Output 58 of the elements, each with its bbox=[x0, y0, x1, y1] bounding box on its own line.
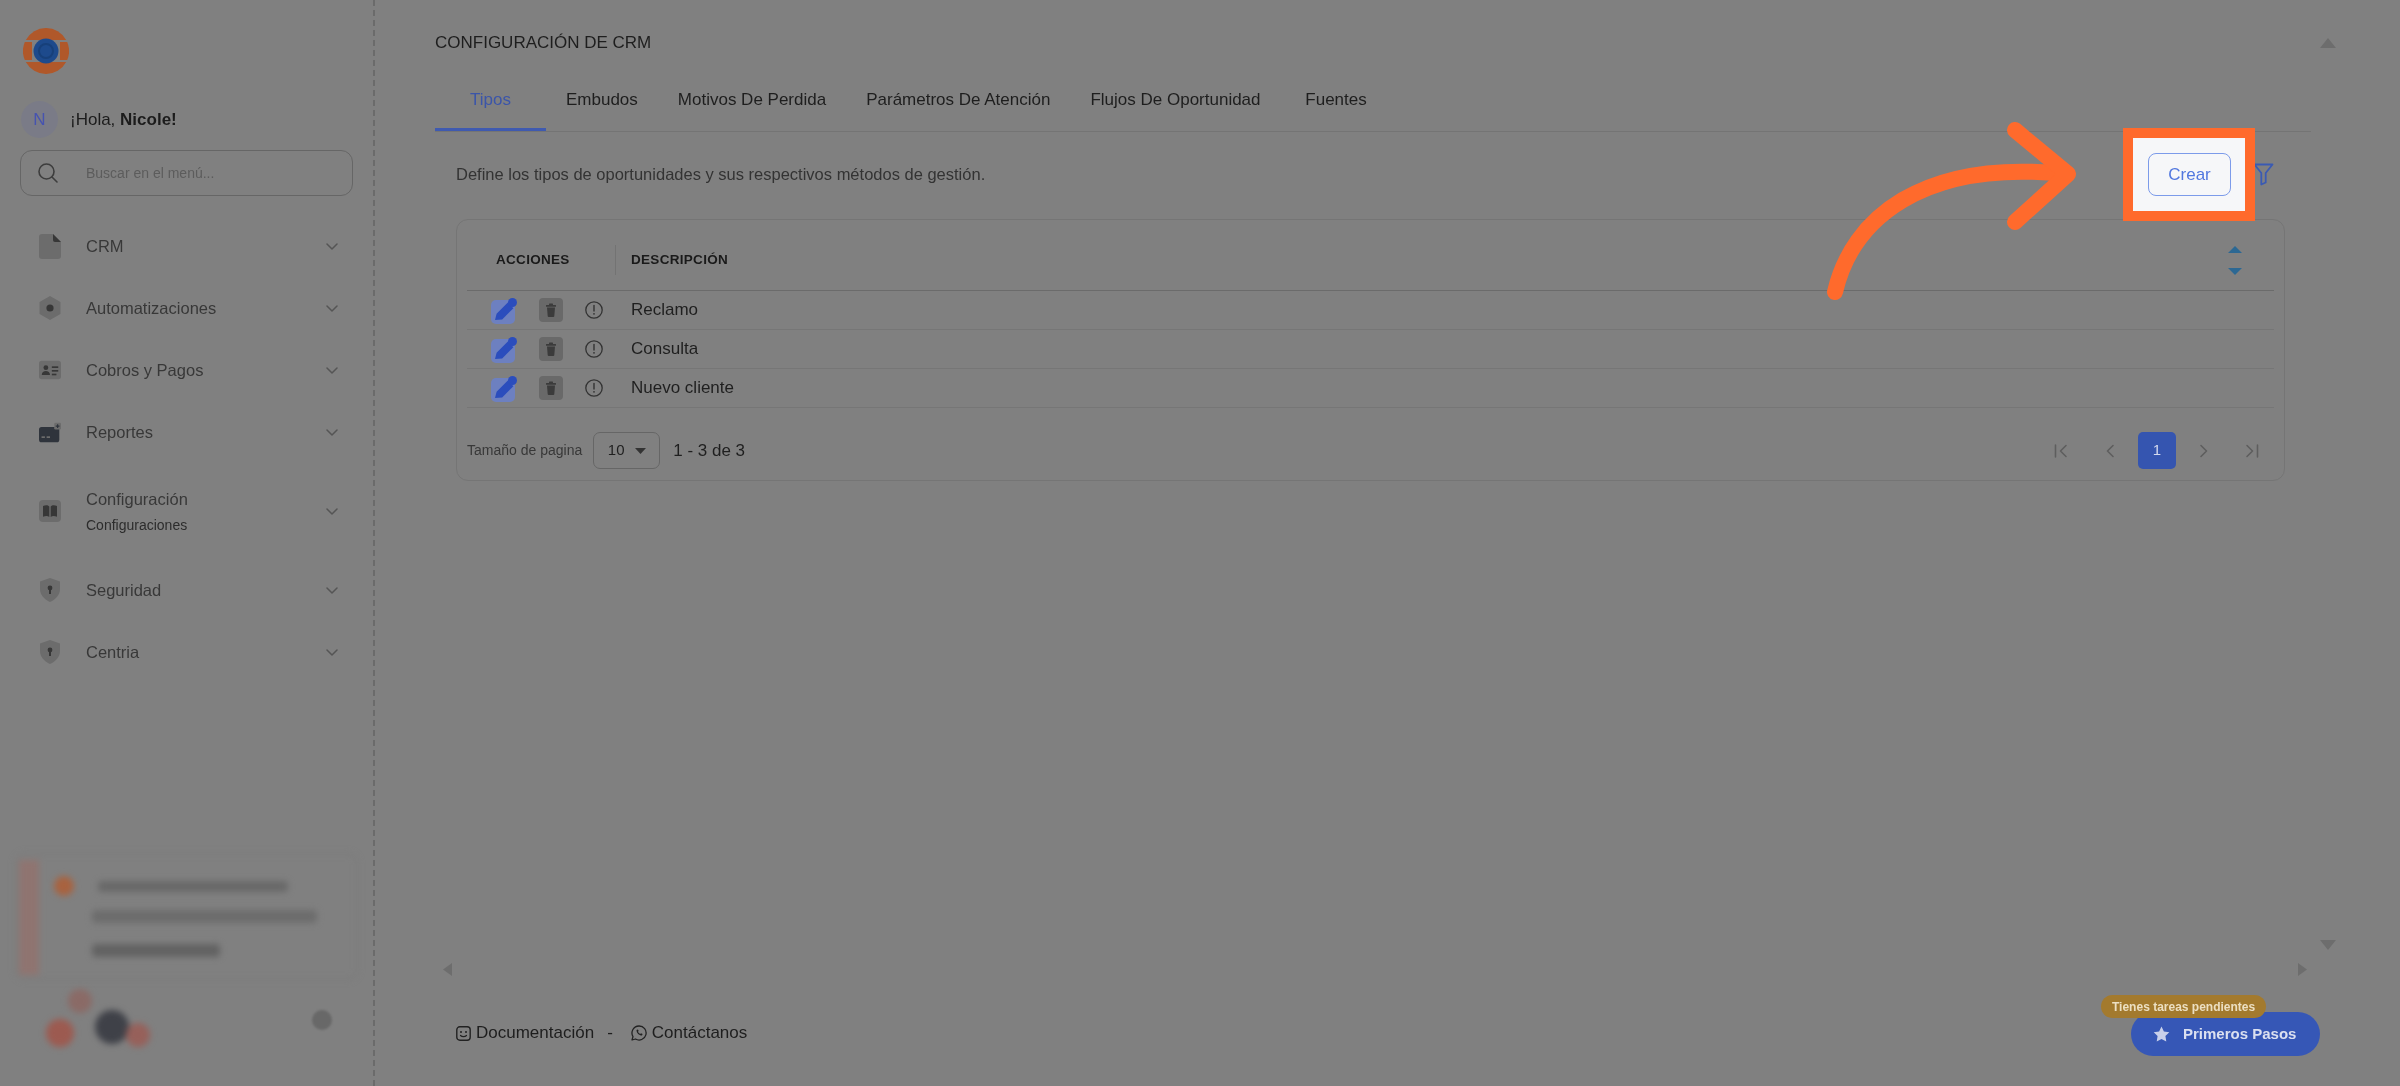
menu-item[interactable]: Automatizaciones bbox=[0, 277, 373, 339]
edit-icon[interactable] bbox=[491, 335, 518, 363]
exclamation-circle-icon[interactable] bbox=[585, 340, 603, 358]
menu-item[interactable]: CRM bbox=[0, 215, 373, 277]
page-range-text: 1 - 3 de 3 bbox=[673, 439, 746, 462]
id-card-icon bbox=[39, 360, 61, 380]
sort-icon[interactable] bbox=[2228, 244, 2242, 276]
star-icon bbox=[2153, 1026, 2170, 1042]
tab[interactable]: Motivos De Perdida bbox=[657, 72, 847, 131]
link-separator: - bbox=[607, 1023, 613, 1043]
previous-page-icon[interactable] bbox=[2106, 443, 2114, 458]
trash-icon[interactable] bbox=[539, 376, 563, 400]
edit-icon[interactable] bbox=[491, 374, 518, 402]
menu-item[interactable]: Seguridad bbox=[0, 559, 373, 621]
caret-down-icon bbox=[634, 447, 646, 454]
table-cell-text: Reclamo bbox=[630, 299, 699, 322]
blurred-circle-icon bbox=[311, 1009, 333, 1031]
edit-icon[interactable] bbox=[491, 296, 518, 324]
trash-icon[interactable] bbox=[539, 337, 563, 361]
tab[interactable]: Flujos De Oportunidad bbox=[1070, 72, 1281, 131]
document-icon bbox=[39, 233, 61, 259]
phone-bubble-icon bbox=[630, 1025, 647, 1041]
menu-item[interactable]: Centria bbox=[0, 621, 373, 683]
column-header: ACCIONES bbox=[495, 250, 571, 269]
pending-tasks-badge: Tienes tareas pendientes bbox=[2101, 995, 2267, 1018]
create-button[interactable]: Crear bbox=[2148, 153, 2231, 196]
page-title: CONFIGURACIÓN DE CRM bbox=[435, 32, 652, 54]
trash-icon[interactable] bbox=[539, 298, 563, 322]
exclamation-circle-icon[interactable] bbox=[585, 301, 603, 319]
tab[interactable]: Parámetros De Atención bbox=[846, 72, 1071, 131]
hexagon-icon bbox=[39, 296, 61, 320]
page-size-label: Tamaño de pagina bbox=[467, 441, 583, 460]
filter-icon[interactable] bbox=[2253, 163, 2274, 186]
menu-item[interactable]: Reportes bbox=[0, 401, 373, 463]
tab[interactable]: Fuentes bbox=[1280, 72, 1392, 131]
menu-item[interactable]: Configuración Configuraciones bbox=[0, 463, 373, 559]
next-page-icon[interactable] bbox=[2200, 443, 2208, 458]
tab[interactable]: Embudos bbox=[546, 72, 658, 131]
shield-icon bbox=[40, 578, 60, 602]
smiley-square-icon bbox=[456, 1025, 471, 1041]
first-page-icon[interactable] bbox=[2054, 443, 2068, 458]
description-text: Define los tipos de oportunidades y sus respectivos métodos de gestión. bbox=[456, 164, 986, 186]
logo bbox=[23, 28, 69, 74]
exclamation-circle-icon[interactable] bbox=[585, 379, 603, 397]
last-page-icon[interactable] bbox=[2245, 443, 2259, 458]
table-cell-text: Consulta bbox=[630, 338, 699, 361]
page-button[interactable]: 1 bbox=[2138, 432, 2176, 469]
shield-icon bbox=[40, 640, 60, 664]
table-cell-text: Nuevo cliente bbox=[630, 377, 734, 400]
column-header: DESCRIPCIÓN bbox=[630, 250, 729, 269]
search-icon bbox=[38, 163, 58, 183]
menu-item[interactable]: Cobros y Pagos bbox=[0, 339, 373, 401]
greeting-text: ¡Hola, Nicole! bbox=[70, 108, 177, 131]
footer-link[interactable]: Documentación bbox=[456, 1023, 595, 1043]
footer-link[interactable]: Contáctanos bbox=[630, 1023, 748, 1043]
book-icon bbox=[39, 500, 61, 522]
wallet-icon bbox=[39, 420, 61, 444]
page-size-select[interactable]: 10 bbox=[593, 432, 661, 469]
